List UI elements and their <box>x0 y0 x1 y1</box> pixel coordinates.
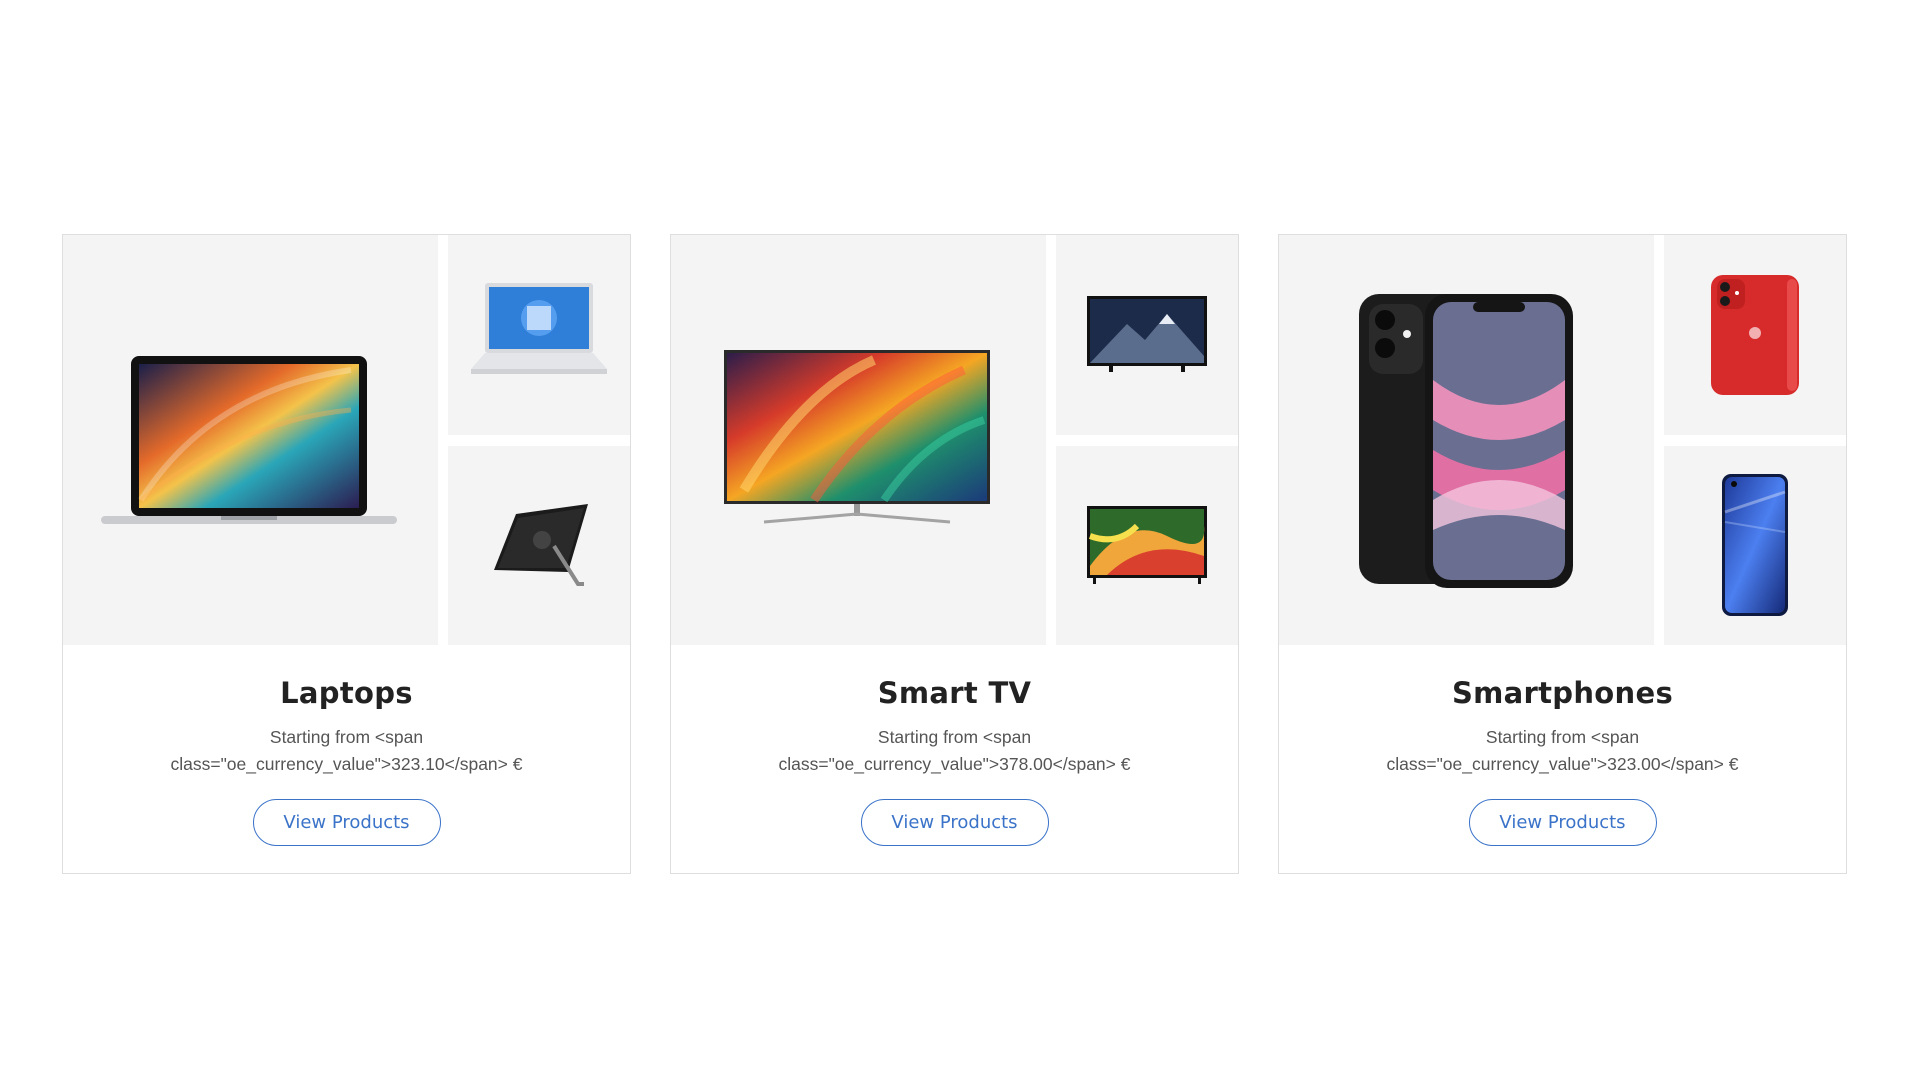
secondary-tiles <box>1056 235 1238 645</box>
starting-price-line-2: class="oe_currency_value">378.00</span> … <box>778 754 1131 774</box>
view-products-button[interactable]: View Products <box>252 799 441 846</box>
starting-price-line-1: Starting from <span <box>1485 727 1640 747</box>
mountain-tv-image <box>1087 295 1207 372</box>
starting-price-line-2: class="oe_currency_value">323.00</span> … <box>1386 754 1739 774</box>
category-card-smartphones: Smartphones Starting from <span class="o… <box>1278 234 1847 874</box>
secondary-product-tile[interactable] <box>448 445 630 645</box>
starting-price-line-2: class="oe_currency_value">323.10</span> … <box>170 754 523 774</box>
secondary-tiles <box>448 235 630 645</box>
qled-tv-image <box>723 350 990 524</box>
abstract-tv-image <box>1087 506 1207 585</box>
view-products-button[interactable]: View Products <box>1468 799 1657 846</box>
main-product-tile[interactable] <box>63 235 438 645</box>
macbook-laptop-image <box>100 356 397 524</box>
product-gallery <box>63 235 630 645</box>
blue-android-phone-image <box>1722 474 1788 617</box>
starting-price-text: Starting from <span class="oe_currency_v… <box>137 724 557 778</box>
category-info: Smartphones Starting from <span class="o… <box>1279 645 1846 873</box>
secondary-tiles <box>1664 235 1846 645</box>
hp-laptop-image <box>471 282 607 374</box>
category-card-laptops: Laptops Starting from <span class="oe_cu… <box>62 234 631 874</box>
category-title: Smartphones <box>1451 676 1674 710</box>
secondary-product-tile[interactable] <box>448 235 630 435</box>
surface-tablet-image <box>494 504 588 587</box>
category-card-smart-tv: Smart TV Starting from <span class="oe_c… <box>670 234 1239 874</box>
black-iphone-image <box>1358 294 1573 588</box>
starting-price-text: Starting from <span class="oe_currency_v… <box>1353 724 1773 778</box>
product-gallery <box>1279 235 1846 645</box>
starting-price-line-1: Starting from <span <box>269 727 424 747</box>
starting-price-text: Starting from <span class="oe_currency_v… <box>745 724 1165 778</box>
secondary-product-tile[interactable] <box>1056 445 1238 645</box>
category-title: Smart TV <box>877 676 1032 710</box>
category-info: Laptops Starting from <span class="oe_cu… <box>63 645 630 873</box>
main-product-tile[interactable] <box>671 235 1046 645</box>
product-gallery <box>671 235 1238 645</box>
starting-price-line-1: Starting from <span <box>877 727 1032 747</box>
secondary-product-tile[interactable] <box>1664 235 1846 435</box>
view-products-button[interactable]: View Products <box>860 799 1049 846</box>
secondary-product-tile[interactable] <box>1056 235 1238 435</box>
category-cards-row: Laptops Starting from <span class="oe_cu… <box>62 234 1848 874</box>
category-title: Laptops <box>280 676 413 710</box>
red-iphone-image <box>1711 274 1799 395</box>
secondary-product-tile[interactable] <box>1664 445 1846 645</box>
main-product-tile[interactable] <box>1279 235 1654 645</box>
category-info: Smart TV Starting from <span class="oe_c… <box>671 645 1238 873</box>
